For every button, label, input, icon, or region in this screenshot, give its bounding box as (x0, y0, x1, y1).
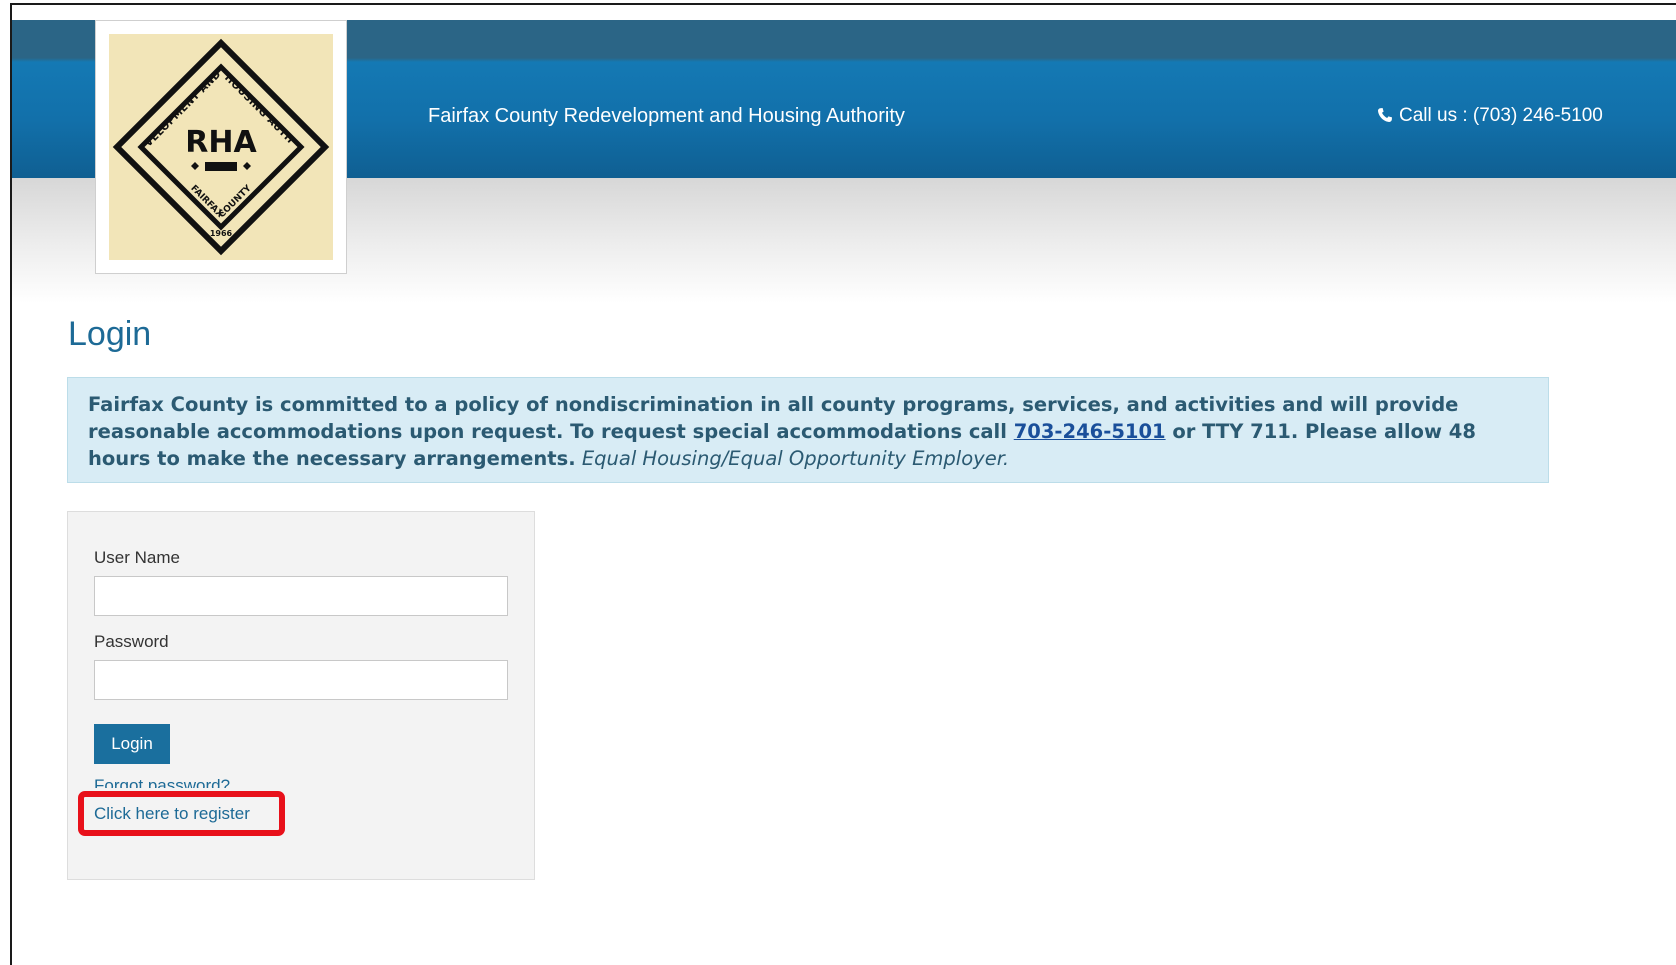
call-us-text: Call us : (703) 246-5100 (1399, 105, 1603, 126)
login-panel: User Name Password Login Forgot password… (67, 511, 535, 880)
browser-viewport: REDEVELOPMENT AND HOUSING AUTHORITY FAIR… (10, 3, 1676, 965)
login-button[interactable]: Login (94, 724, 170, 764)
password-input[interactable] (94, 660, 508, 700)
logo-text: RHA (185, 125, 257, 160)
logo-year: 1966 (210, 229, 233, 238)
phone-icon (1378, 108, 1392, 122)
equal-housing-text: Equal Housing/Equal Opportunity Employer… (581, 447, 1010, 470)
username-input[interactable] (94, 576, 508, 616)
rha-seal-icon: REDEVELOPMENT AND HOUSING AUTHORITY FAIR… (109, 34, 330, 256)
nondiscrimination-notice: Fairfax County is committed to a policy … (67, 377, 1549, 483)
site-title: Fairfax County Redevelopment and Housing… (428, 105, 905, 127)
rha-logo[interactable]: REDEVELOPMENT AND HOUSING AUTHORITY FAIR… (95, 20, 347, 274)
call-us-contact: Call us : (703) 246-5100 (1377, 105, 1603, 127)
rha-logo-emblem: REDEVELOPMENT AND HOUSING AUTHORITY FAIR… (109, 34, 333, 260)
register-link[interactable]: Click here to register (94, 804, 250, 824)
username-label: User Name (94, 548, 180, 567)
password-label: Password (94, 632, 169, 651)
forgot-password-link[interactable]: Forgot password? (94, 776, 230, 788)
page-title: Login (68, 315, 152, 353)
accommodations-phone-link[interactable]: 703-246-5101 (1014, 420, 1166, 443)
